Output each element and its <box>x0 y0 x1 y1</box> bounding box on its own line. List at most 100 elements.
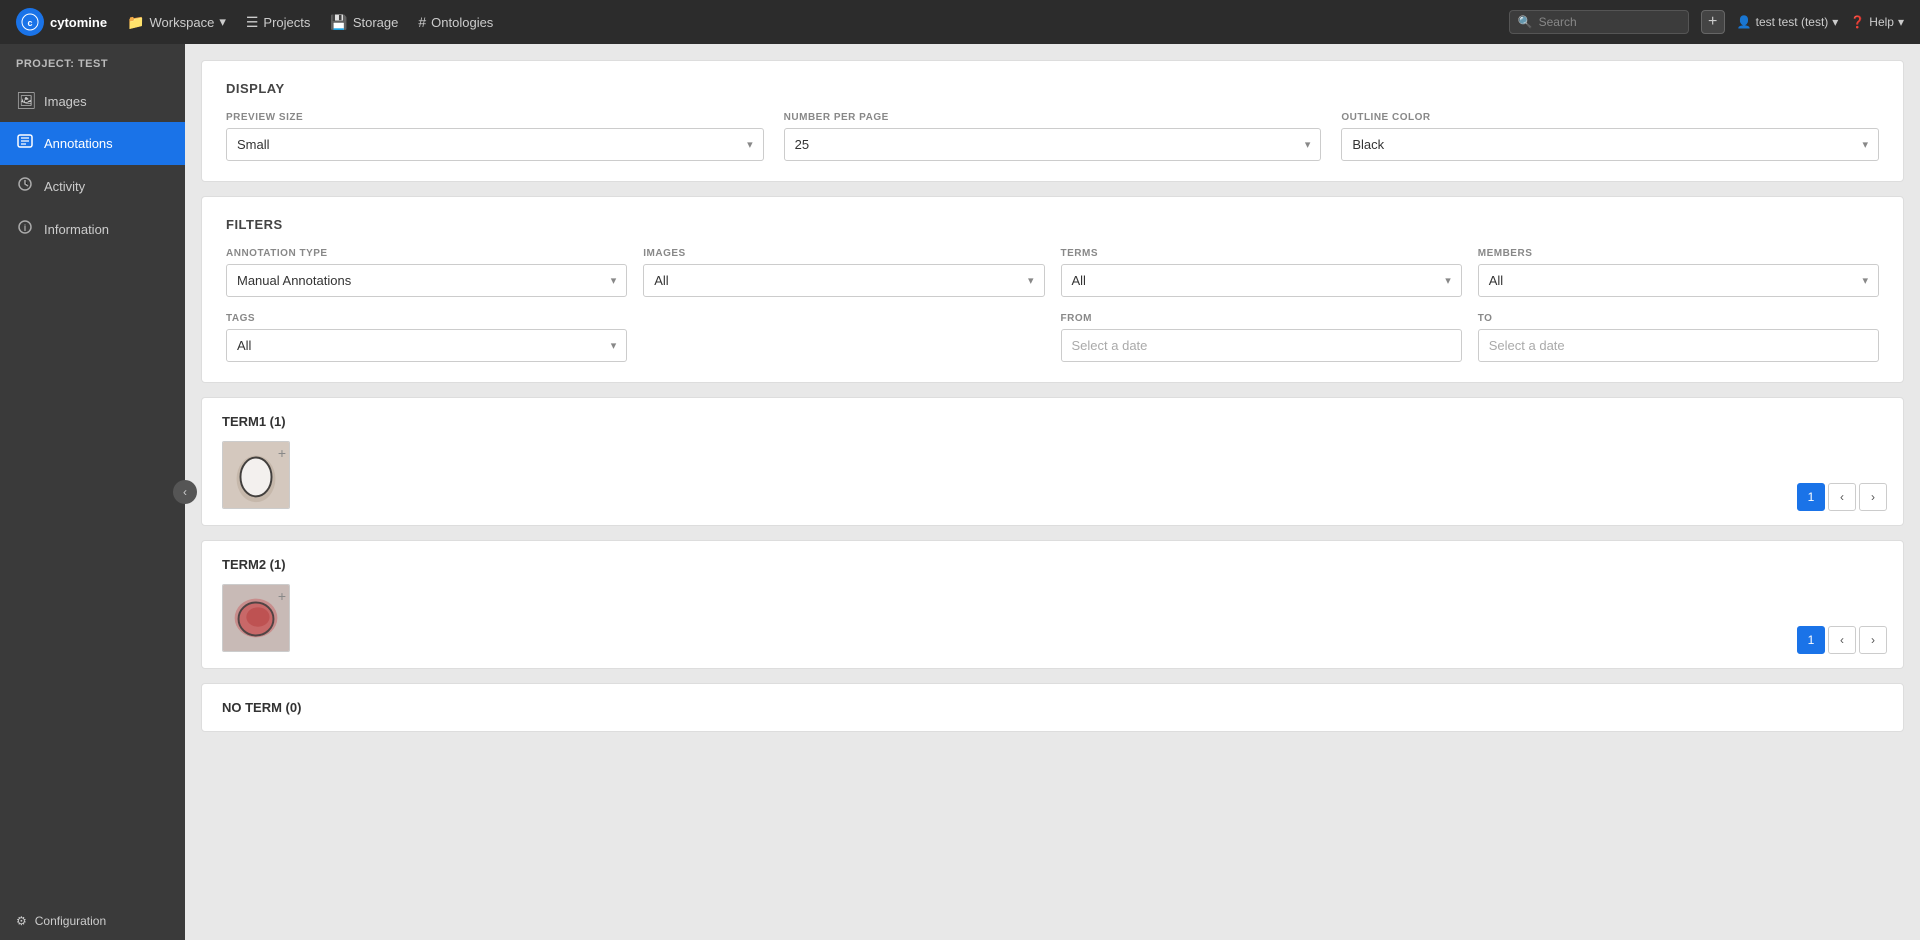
svg-text:i: i <box>24 223 27 233</box>
term2-page-1[interactable]: 1 <box>1797 626 1825 654</box>
terms-label: TERMS <box>1061 248 1462 259</box>
preview-size-group: PREVIEW SIZE Small ▾ <box>226 112 764 161</box>
annotations-icon <box>16 133 34 154</box>
sidebar-item-configuration[interactable]: ⚙ Configuration <box>0 902 185 940</box>
display-options-row: PREVIEW SIZE Small ▾ NUMBER PER PAGE 25 … <box>226 112 1879 161</box>
user-dropdown-icon: ▾ <box>1832 15 1838 29</box>
term2-pagination: 1 ‹ › <box>1797 626 1887 654</box>
preview-size-select[interactable]: Small ▾ <box>226 128 764 161</box>
term1-prev-btn[interactable]: ‹ <box>1828 483 1856 511</box>
to-date-input[interactable]: Select a date <box>1478 329 1879 362</box>
tags-group: TAGS All ▾ <box>226 313 627 362</box>
tags-arrow: ▾ <box>611 339 617 352</box>
search-icon: 🔍 <box>1518 15 1533 29</box>
images-arrow: ▾ <box>1028 274 1034 287</box>
tags-label: TAGS <box>226 313 627 324</box>
images-group: IMAGES All ▾ <box>643 248 1044 297</box>
logo-text: cytomine <box>50 15 107 30</box>
term1-title: TERM1 (1) <box>222 414 1883 429</box>
projects-icon: ☰ <box>246 14 259 31</box>
members-arrow: ▾ <box>1862 274 1868 287</box>
config-icon: ⚙ <box>16 914 27 928</box>
top-navigation: c cytomine 📁 Workspace ▾ ☰ Projects 💾 St… <box>0 0 1920 44</box>
sidebar-item-images[interactable]: 🖼 Images <box>0 80 185 122</box>
images-icon: 🖼 <box>16 91 34 111</box>
nav-storage[interactable]: 💾 Storage <box>330 14 398 31</box>
activity-icon <box>16 176 34 197</box>
search-input[interactable] <box>1539 15 1679 29</box>
no-term-title: NO TERM (0) <box>222 700 1883 715</box>
help-dropdown-icon: ▾ <box>1898 15 1904 29</box>
annotation-type-group: ANNOTATION TYPE Manual Annotations ▾ <box>226 248 627 297</box>
to-group: TO Select a date <box>1478 313 1879 362</box>
sidebar-item-annotations[interactable]: Annotations <box>0 122 185 165</box>
number-per-page-group: NUMBER PER PAGE 25 ▾ <box>784 112 1322 161</box>
logo-icon: c <box>16 8 44 36</box>
help-menu[interactable]: ❓ Help ▾ <box>1850 15 1904 29</box>
nav-workspace[interactable]: 📁 Workspace ▾ <box>127 14 226 31</box>
preview-size-label: PREVIEW SIZE <box>226 112 764 123</box>
topnav-right: 🔍 + 👤 test test (test) ▾ ❓ Help ▾ <box>1509 10 1904 34</box>
user-icon: 👤 <box>1737 15 1752 29</box>
terms-group: TERMS All ▾ <box>1061 248 1462 297</box>
term2-images: + <box>222 584 1883 652</box>
search-box[interactable]: 🔍 <box>1509 10 1689 34</box>
svg-text:c: c <box>27 18 32 28</box>
term2-title: TERM2 (1) <box>222 557 1883 572</box>
number-per-page-arrow: ▾ <box>1305 138 1311 151</box>
workspace-dropdown-icon: ▾ <box>219 14 226 30</box>
sidebar-project-title: PROJECT: TEST <box>0 44 185 80</box>
help-icon: ❓ <box>1850 15 1865 29</box>
no-term-card: NO TERM (0) <box>201 683 1904 732</box>
filters-row-1: ANNOTATION TYPE Manual Annotations ▾ IMA… <box>226 248 1879 297</box>
terms-arrow: ▾ <box>1445 274 1451 287</box>
nav-ontologies[interactable]: # Ontologies <box>418 14 493 30</box>
from-date-input[interactable]: Select a date <box>1061 329 1462 362</box>
annotation-type-arrow: ▾ <box>611 274 617 287</box>
app-logo[interactable]: c cytomine <box>16 8 107 36</box>
nav-projects[interactable]: ☰ Projects <box>246 14 311 31</box>
outline-color-select[interactable]: Black ▾ <box>1341 128 1879 161</box>
filters-section-title: FILTERS <box>226 217 1879 232</box>
outline-color-arrow: ▾ <box>1862 138 1868 151</box>
term1-images: + <box>222 441 1883 509</box>
add-button[interactable]: + <box>1701 10 1725 34</box>
term1-page-1[interactable]: 1 <box>1797 483 1825 511</box>
filters-row-2: TAGS All ▾ FROM Select a date TO <box>226 313 1879 362</box>
members-group: MEMBERS All ▾ <box>1478 248 1879 297</box>
term1-pagination: 1 ‹ › <box>1797 483 1887 511</box>
storage-icon: 💾 <box>330 14 347 31</box>
thumb-plus-icon: + <box>278 445 286 461</box>
sidebar-item-activity[interactable]: Activity <box>0 165 185 208</box>
tags-select[interactable]: All ▾ <box>226 329 627 362</box>
from-group: FROM Select a date <box>1061 313 1462 362</box>
display-section-title: DISPLAY <box>226 81 1879 96</box>
ontologies-icon: # <box>418 14 426 30</box>
term2-thumb-plus-icon: + <box>278 588 286 604</box>
number-per-page-label: NUMBER PER PAGE <box>784 112 1322 123</box>
terms-select[interactable]: All ▾ <box>1061 264 1462 297</box>
term2-prev-btn[interactable]: ‹ <box>1828 626 1856 654</box>
filters-card: FILTERS ANNOTATION TYPE Manual Annotatio… <box>201 196 1904 383</box>
term1-annotation-thumb[interactable]: + <box>222 441 290 509</box>
term2-card: TERM2 (1) + 1 ‹ › <box>201 540 1904 669</box>
empty-group <box>643 313 1044 362</box>
main-content: DISPLAY PREVIEW SIZE Small ▾ NUMBER PER … <box>185 44 1920 940</box>
members-select[interactable]: All ▾ <box>1478 264 1879 297</box>
sidebar-collapse-button[interactable]: ‹ <box>173 480 197 504</box>
from-label: FROM <box>1061 313 1462 324</box>
outline-color-group: OUTLINE COLOR Black ▾ <box>1341 112 1879 161</box>
display-card: DISPLAY PREVIEW SIZE Small ▾ NUMBER PER … <box>201 60 1904 182</box>
annotation-type-select[interactable]: Manual Annotations ▾ <box>226 264 627 297</box>
term1-next-btn[interactable]: › <box>1859 483 1887 511</box>
term2-annotation-thumb[interactable]: + <box>222 584 290 652</box>
images-select[interactable]: All ▾ <box>643 264 1044 297</box>
user-menu[interactable]: 👤 test test (test) ▾ <box>1737 15 1839 29</box>
to-label: TO <box>1478 313 1879 324</box>
preview-size-arrow: ▾ <box>747 138 753 151</box>
term2-next-btn[interactable]: › <box>1859 626 1887 654</box>
number-per-page-select[interactable]: 25 ▾ <box>784 128 1322 161</box>
information-icon: i <box>16 219 34 240</box>
sidebar-item-information[interactable]: i Information <box>0 208 185 251</box>
images-label: IMAGES <box>643 248 1044 259</box>
